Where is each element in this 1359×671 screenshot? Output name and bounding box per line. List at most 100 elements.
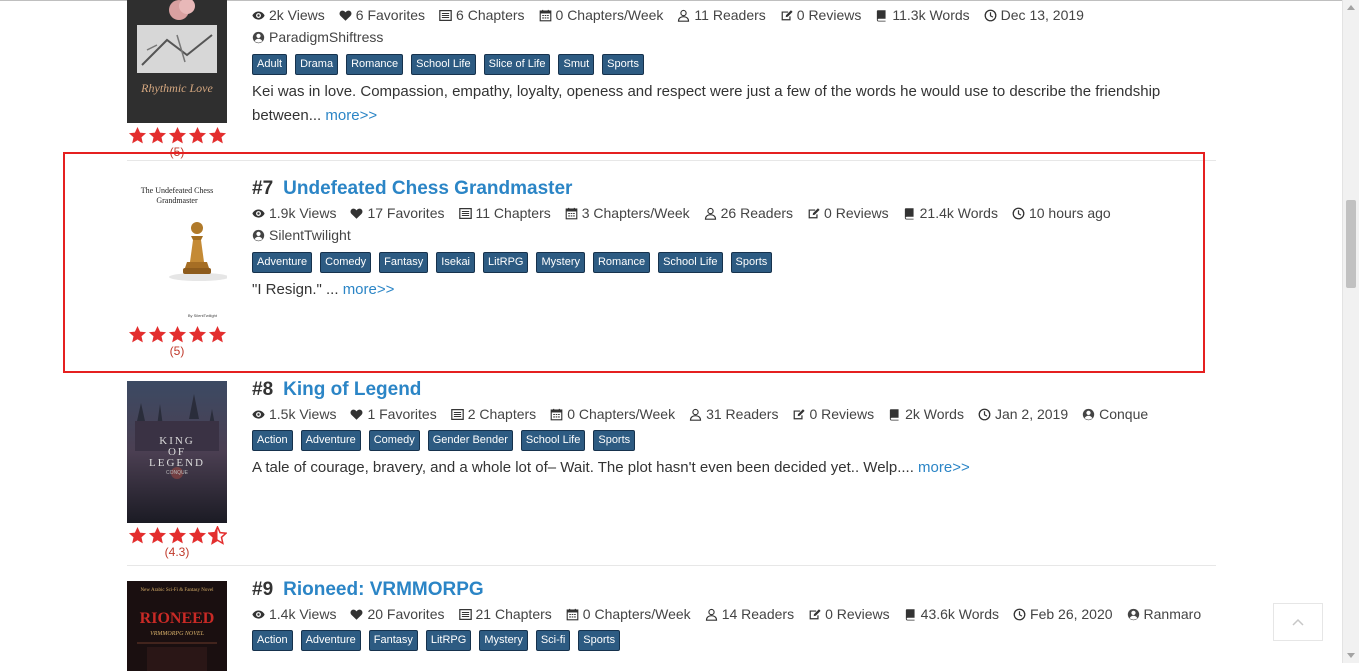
title-row: #9 Rioneed: VRMMORPG: [252, 577, 1212, 603]
genre-tag[interactable]: Gender Bender: [427, 430, 513, 451]
genre-tag[interactable]: Sports: [602, 53, 644, 75]
novel-cover[interactable]: Rhythmic Love: [127, 0, 227, 123]
svg-text:RIONEED: RIONEED: [140, 610, 215, 627]
novel-item: KING OF LEGEND CONQUE (4.3) #8 King of L…: [127, 379, 1216, 566]
user-circle-icon: [1127, 608, 1140, 621]
scroll-down-arrow[interactable]: [1347, 653, 1355, 658]
novel-item: Rhythmic Love (5) 2k Views 6 Favorites 6…: [127, 0, 1216, 161]
stat-favorites: 20 Favorites: [350, 606, 445, 622]
user-circle-icon: [252, 31, 265, 44]
heart-icon: [350, 608, 363, 621]
user-circle-icon: [1082, 408, 1095, 421]
stat-date: Dec 13, 2019: [984, 7, 1084, 23]
cover-title-text: Rhythmic Love: [140, 81, 213, 95]
svg-text:VRMMORPG NOVEL: VRMMORPG NOVEL: [150, 631, 204, 637]
tag-list: Action Adventure Comedy Gender Bender School…: [252, 430, 1212, 451]
more-link[interactable]: more>>: [918, 459, 970, 476]
genre-tag[interactable]: Romance: [346, 53, 404, 75]
rank-number: #8: [252, 379, 274, 400]
star-full-icon: [168, 126, 187, 145]
author-link[interactable]: Conque: [1082, 406, 1148, 422]
genre-tag[interactable]: Mystery: [479, 630, 528, 651]
stat-views: 1.4k Views: [252, 606, 336, 622]
eye-icon: [252, 608, 265, 621]
star-half-icon: [208, 526, 227, 545]
novel-cover[interactable]: New Arabic Sci-Fi & Fantasy Novel RIONEE…: [127, 581, 227, 671]
edit-icon: [780, 9, 793, 22]
novel-cover[interactable]: KING OF LEGEND CONQUE: [127, 381, 227, 523]
stat-readers: 11 Readers: [677, 7, 766, 23]
list-icon: [459, 608, 472, 621]
stat-date: Feb 26, 2020: [1013, 606, 1113, 622]
description: A tale of courage, bravery, and a whole …: [252, 459, 970, 476]
calendar-icon: [566, 608, 579, 621]
novel-title-link[interactable]: Rioneed: VRMMORPG: [283, 579, 484, 601]
genre-tag[interactable]: Fantasy: [368, 630, 418, 651]
stat-words: 2k Words: [888, 406, 964, 422]
stat-chapters: 6 Chapters: [439, 7, 525, 23]
genre-tag[interactable]: Comedy: [368, 430, 420, 451]
edit-icon: [792, 408, 805, 421]
star-full-icon: [148, 526, 167, 545]
genre-tag[interactable]: Sports: [578, 630, 621, 651]
genre-tag[interactable]: Adult: [252, 53, 288, 75]
genre-tag[interactable]: Sci-fi: [535, 630, 571, 651]
stat-chapters-week: 0 Chapters/Week: [550, 406, 675, 422]
stat-reviews: 0 Reviews: [780, 7, 861, 23]
star-full-icon: [208, 126, 227, 145]
stat-date: Jan 2, 2019: [978, 406, 1068, 422]
stat-reviews: 0 Reviews: [792, 406, 874, 422]
star-full-icon: [128, 526, 147, 545]
list-icon: [439, 9, 452, 22]
stat-favorites: 1 Favorites: [350, 406, 437, 422]
scrollbar-thumb[interactable]: [1346, 200, 1356, 288]
calendar-icon: [539, 9, 552, 22]
genre-tag[interactable]: Drama: [295, 53, 339, 75]
stat-favorites: 6 Favorites: [339, 7, 425, 23]
more-link[interactable]: more>>: [325, 107, 377, 124]
genre-tag[interactable]: Slice of Life: [483, 53, 551, 75]
star-full-icon: [188, 526, 207, 545]
chevron-up-icon: [1292, 618, 1304, 626]
genre-tag[interactable]: School Life: [520, 430, 586, 451]
genre-tag[interactable]: Adventure: [300, 430, 361, 451]
novel-title-link[interactable]: King of Legend: [283, 379, 421, 401]
novel-item: New Arabic Sci-Fi & Fantasy Novel RIONEE…: [127, 579, 1216, 671]
heart-icon: [350, 408, 363, 421]
edit-icon: [808, 608, 821, 621]
genre-tag[interactable]: Action: [252, 630, 293, 651]
book-icon: [875, 9, 888, 22]
highlight-box: [63, 152, 1205, 373]
rating-count: (4.3): [164, 545, 190, 559]
user-icon: [689, 408, 702, 421]
author-link[interactable]: Ranmaro: [1127, 606, 1201, 622]
scroll-to-top-button[interactable]: [1273, 603, 1323, 641]
genre-tag[interactable]: Adventure: [300, 630, 361, 651]
stats-row: 2k Views 6 Favorites 6 Chapters 0 Chapte…: [252, 4, 1212, 26]
heart-icon: [339, 9, 352, 22]
tag-list: Adult Drama Romance School Life Slice of Lif…: [252, 53, 1212, 75]
item-divider: [127, 565, 1216, 566]
stat-chapters-week: 0 Chapters/Week: [539, 7, 663, 23]
star-full-icon: [168, 526, 187, 545]
stats-row: 1.5k Views 1 Favorites 2 Chapters 0 Chap…: [252, 403, 1212, 425]
book-icon: [888, 408, 901, 421]
genre-tag[interactable]: LitRPG: [425, 630, 472, 651]
stats-row: 1.4k Views 20 Favorites 21 Chapters 0 Ch…: [252, 603, 1212, 625]
stat-chapters: 21 Chapters: [459, 606, 552, 622]
rank-number: #9: [252, 579, 274, 600]
eye-icon: [252, 408, 265, 421]
genre-tag[interactable]: School Life: [411, 53, 476, 75]
description: Kei was in love. Compassion, empathy, lo…: [252, 82, 1161, 124]
author-link[interactable]: ParadigmShiftress: [252, 26, 383, 48]
svg-text:LEGEND: LEGEND: [149, 457, 205, 469]
vertical-scrollbar[interactable]: [1342, 0, 1359, 663]
genre-tag[interactable]: Sports: [593, 430, 636, 451]
genre-tag[interactable]: Smut: [558, 53, 595, 75]
scroll-up-arrow[interactable]: [1347, 5, 1355, 10]
genre-tag[interactable]: Action: [252, 430, 293, 451]
svg-text:New Arabic Sci-Fi & Fantasy No: New Arabic Sci-Fi & Fantasy Novel: [141, 588, 215, 593]
book-icon: [904, 608, 917, 621]
stat-views: 1.5k Views: [252, 406, 336, 422]
stat-readers: 14 Readers: [705, 606, 794, 622]
